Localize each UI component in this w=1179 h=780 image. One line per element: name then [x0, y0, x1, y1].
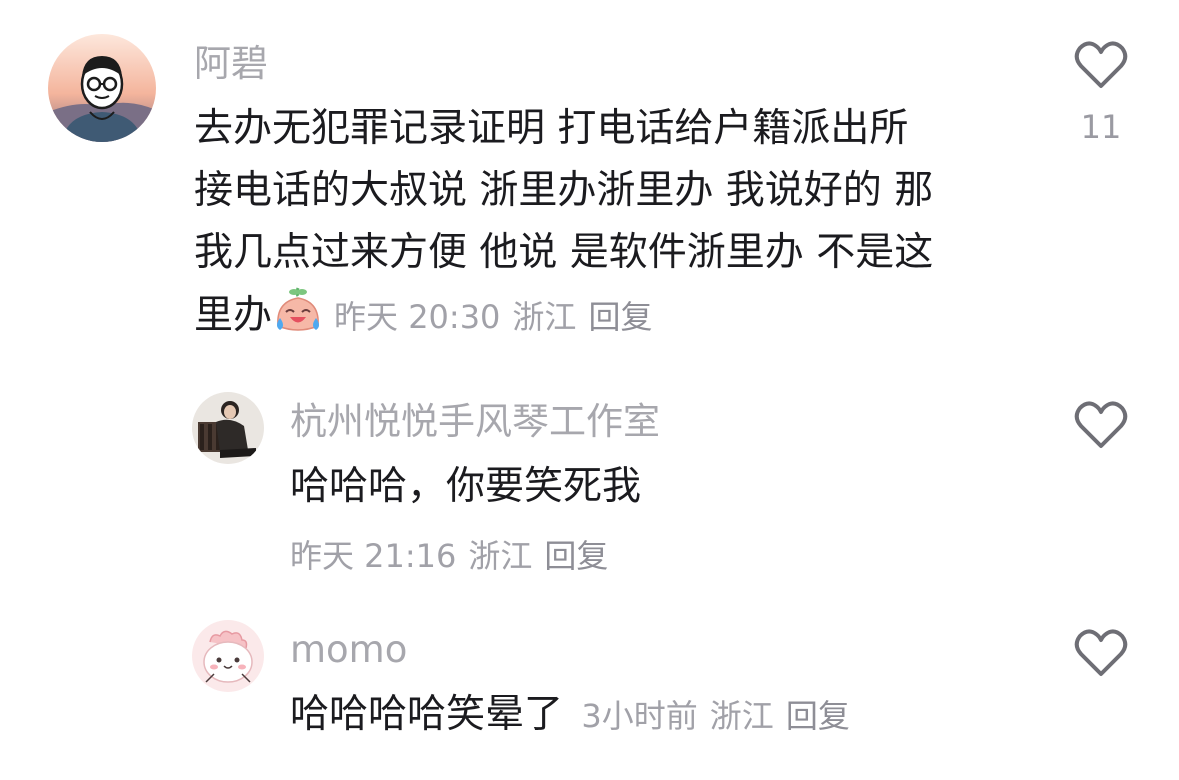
comment-meta: 昨天 21:16 浙江 回复: [290, 536, 620, 576]
comment-text-line: 我几点过来方便 他说 是软件浙里办 不是这: [194, 230, 934, 275]
comment-text-content: 哈哈哈哈笑晕了: [290, 692, 564, 737]
like-count: 11: [1080, 108, 1122, 146]
reply-button[interactable]: 回复: [544, 537, 608, 575]
location: 浙江: [512, 298, 577, 336]
timestamp: 昨天 20:30: [334, 298, 501, 336]
comment-last-line: 里办 昨天 20:30 浙江 回复: [194, 284, 933, 348]
comment-text-line: 里办: [194, 293, 273, 338]
timestamp: 昨天 21:16: [290, 537, 457, 575]
username[interactable]: momo: [290, 628, 407, 672]
reply-button[interactable]: 回复: [786, 697, 850, 735]
comment-text-line: 去办无犯罪记录证明 打电话给户籍派出所: [194, 106, 909, 151]
heart-icon[interactable]: [1074, 40, 1128, 90]
location: 浙江: [468, 537, 533, 575]
avatar-image: [192, 620, 264, 692]
heart-icon[interactable]: [1074, 400, 1128, 450]
comment-text: 哈哈哈，你要笑死我: [290, 464, 642, 509]
location: 浙江: [709, 697, 774, 735]
username[interactable]: 阿碧: [194, 42, 268, 86]
timestamp: 3小时前: [581, 697, 698, 735]
comment-meta: 昨天 20:30 浙江 回复: [334, 298, 664, 336]
comment-text: 去办无犯罪记录证明 打电话给户籍派出所 接电话的大叔说 浙里办浙里办 我说好的 …: [194, 98, 933, 348]
comment-meta: 3小时前 浙江 回复: [581, 697, 861, 735]
comment-text: 哈哈哈哈笑晕了 3小时前 浙江 回复: [290, 684, 862, 747]
avatar[interactable]: [192, 620, 264, 692]
avatar-image: [48, 34, 156, 142]
avatar-image: [192, 392, 264, 464]
crying-laughing-emoji-icon: [277, 287, 320, 331]
heart-icon[interactable]: [1074, 628, 1128, 678]
comment-text-line: 接电话的大叔说 浙里办浙里办 我说好的 那: [194, 168, 934, 213]
reply-button[interactable]: 回复: [588, 298, 652, 336]
avatar[interactable]: [48, 34, 156, 142]
username[interactable]: 杭州悦悦手风琴工作室: [290, 400, 660, 444]
avatar[interactable]: [192, 392, 264, 464]
